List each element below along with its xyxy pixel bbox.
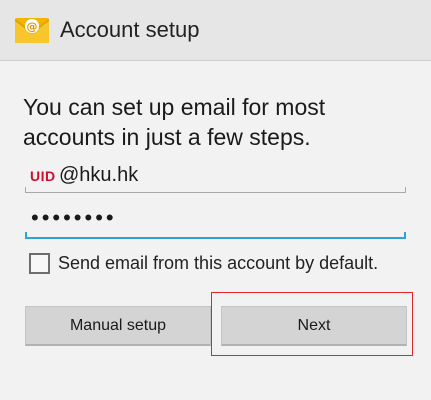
default-account-checkbox[interactable] — [29, 253, 50, 274]
action-bar: @ Account setup — [0, 0, 431, 61]
uid-tag: UID — [30, 168, 56, 184]
password-field[interactable]: •••••••• — [25, 205, 406, 239]
password-value: •••••••• — [31, 205, 117, 230]
setup-instruction: You can set up email for most accounts i… — [23, 94, 326, 150]
email-field[interactable]: UID @hku.hk — [25, 160, 406, 193]
email-value: @hku.hk — [59, 164, 139, 186]
email-app-icon: @ — [14, 15, 50, 45]
manual-setup-button[interactable]: Manual setup — [25, 306, 211, 346]
svg-text:@: @ — [27, 20, 38, 33]
next-highlight-box — [211, 292, 413, 356]
default-account-label[interactable]: Send email from this account by default. — [58, 253, 378, 274]
page-title: Account setup — [60, 17, 200, 42]
